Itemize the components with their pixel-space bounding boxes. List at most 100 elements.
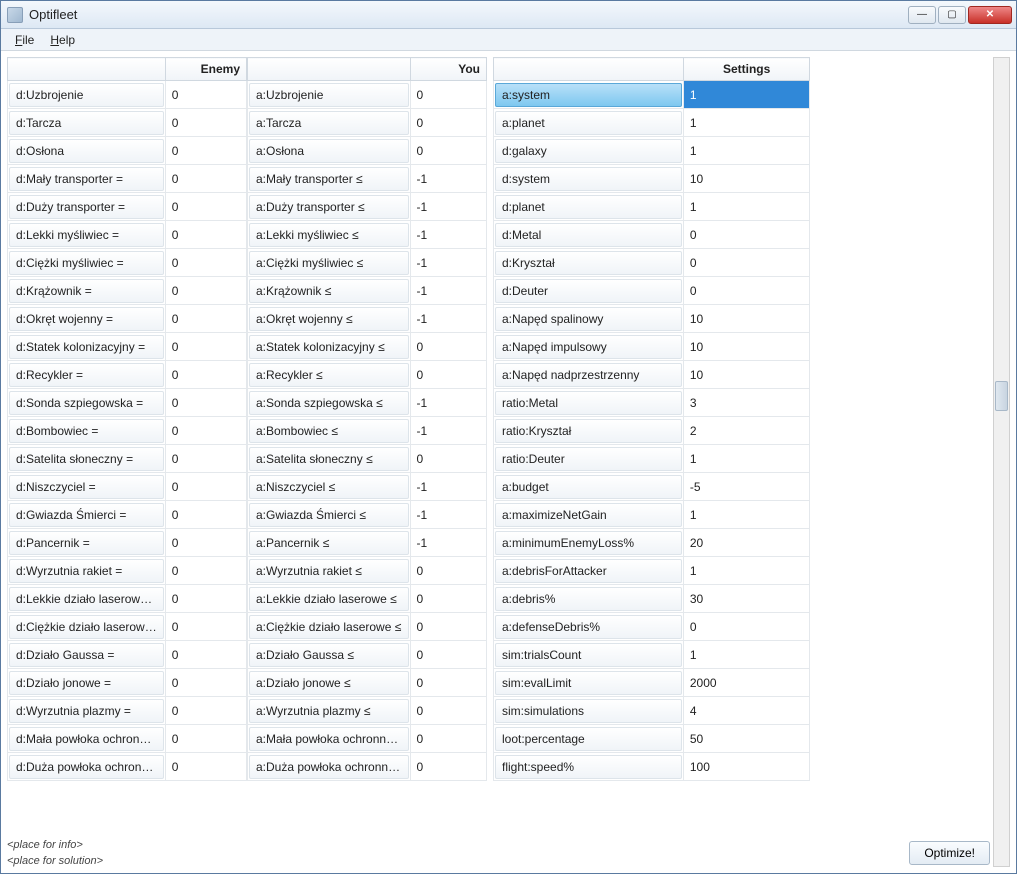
enemy-value[interactable]: 0 bbox=[166, 112, 246, 134]
you-row[interactable]: a:Działo jonowe ≤0 bbox=[248, 669, 487, 697]
enemy-value[interactable]: 0 bbox=[166, 224, 246, 246]
maximize-button[interactable]: ▢ bbox=[938, 6, 966, 24]
you-row[interactable]: a:Bombowiec ≤-1 bbox=[248, 417, 487, 445]
you-value[interactable]: 0 bbox=[411, 700, 486, 722]
you-row[interactable]: a:Gwiazda Śmierci ≤-1 bbox=[248, 501, 487, 529]
settings-value[interactable]: 1 bbox=[684, 504, 810, 526]
settings-row[interactable]: d:Metal0 bbox=[494, 221, 810, 249]
you-row[interactable]: a:Lekki myśliwiec ≤-1 bbox=[248, 221, 487, 249]
you-value[interactable]: -1 bbox=[411, 532, 486, 554]
you-label[interactable]: a:Statek kolonizacyjny ≤ bbox=[249, 335, 409, 359]
settings-label[interactable]: ratio:Metal bbox=[495, 391, 682, 415]
you-value[interactable]: 0 bbox=[411, 112, 486, 134]
enemy-label[interactable]: d:Mała powłoka ochronna = bbox=[9, 727, 164, 751]
enemy-label[interactable]: d:Niszczyciel = bbox=[9, 475, 164, 499]
you-value[interactable]: 0 bbox=[411, 728, 486, 750]
settings-row[interactable]: sim:simulations4 bbox=[494, 697, 810, 725]
settings-row[interactable]: a:planet1 bbox=[494, 109, 810, 137]
you-value[interactable]: -1 bbox=[411, 476, 486, 498]
you-label[interactable]: a:Mała powłoka ochronna ≤ bbox=[249, 727, 409, 751]
enemy-label[interactable]: d:Mały transporter = bbox=[9, 167, 164, 191]
enemy-row[interactable]: d:Wyrzutnia plazmy =0 bbox=[8, 697, 247, 725]
settings-label[interactable]: sim:trialsCount bbox=[495, 643, 682, 667]
enemy-value[interactable]: 0 bbox=[166, 476, 246, 498]
you-label[interactable]: a:Pancernik ≤ bbox=[249, 531, 409, 555]
settings-value[interactable]: 1 bbox=[684, 140, 810, 162]
you-label[interactable]: a:Duża powłoka ochronna ≤ bbox=[249, 755, 409, 779]
enemy-value[interactable]: 0 bbox=[166, 420, 246, 442]
close-button[interactable]: ✕ bbox=[968, 6, 1012, 24]
settings-value[interactable]: 30 bbox=[684, 588, 810, 610]
you-value[interactable]: 0 bbox=[411, 672, 486, 694]
settings-value[interactable]: 10 bbox=[684, 308, 810, 330]
enemy-row[interactable]: d:Niszczyciel =0 bbox=[8, 473, 247, 501]
settings-label[interactable]: ratio:Deuter bbox=[495, 447, 682, 471]
you-value[interactable]: 0 bbox=[411, 364, 486, 386]
you-value[interactable]: -1 bbox=[411, 308, 486, 330]
enemy-row[interactable]: d:Uzbrojenie0 bbox=[8, 81, 247, 109]
enemy-row[interactable]: d:Wyrzutnia rakiet =0 bbox=[8, 557, 247, 585]
settings-row[interactable]: a:Napęd nadprzestrzenny10 bbox=[494, 361, 810, 389]
you-label[interactable]: a:Okręt wojenny ≤ bbox=[249, 307, 409, 331]
settings-label[interactable]: d:planet bbox=[495, 195, 682, 219]
enemy-value[interactable]: 0 bbox=[166, 504, 246, 526]
you-row[interactable]: a:Lekkie działo laserowe ≤0 bbox=[248, 585, 487, 613]
settings-label[interactable]: a:debrisForAttacker bbox=[495, 559, 682, 583]
minimize-button[interactable]: — bbox=[908, 6, 936, 24]
settings-value[interactable]: 0 bbox=[684, 252, 810, 274]
enemy-label[interactable]: d:Wyrzutnia rakiet = bbox=[9, 559, 164, 583]
settings-value[interactable]: 10 bbox=[684, 168, 810, 190]
settings-value[interactable]: 2000 bbox=[684, 672, 810, 694]
settings-label[interactable]: a:minimumEnemyLoss% bbox=[495, 531, 682, 555]
you-row[interactable]: a:Ciężki myśliwiec ≤-1 bbox=[248, 249, 487, 277]
settings-row[interactable]: d:Kryształ0 bbox=[494, 249, 810, 277]
you-row[interactable]: a:Krążownik ≤-1 bbox=[248, 277, 487, 305]
enemy-label[interactable]: d:Duża powłoka ochronna = bbox=[9, 755, 164, 779]
you-label[interactable]: a:Działo Gaussa ≤ bbox=[249, 643, 409, 667]
enemy-row[interactable]: d:Lekki myśliwiec =0 bbox=[8, 221, 247, 249]
you-row[interactable]: a:Mała powłoka ochronna ≤0 bbox=[248, 725, 487, 753]
you-value[interactable]: -1 bbox=[411, 224, 486, 246]
enemy-row[interactable]: d:Ciężki myśliwiec =0 bbox=[8, 249, 247, 277]
you-row[interactable]: a:Ciężkie działo laserowe ≤0 bbox=[248, 613, 487, 641]
you-value[interactable]: 0 bbox=[411, 756, 486, 778]
you-row[interactable]: a:Okręt wojenny ≤-1 bbox=[248, 305, 487, 333]
you-label[interactable]: a:Duży transporter ≤ bbox=[249, 195, 409, 219]
you-value[interactable]: 0 bbox=[411, 644, 486, 666]
enemy-value[interactable]: 0 bbox=[166, 756, 246, 778]
enemy-value[interactable]: 0 bbox=[166, 560, 246, 582]
you-row[interactable]: a:Osłona0 bbox=[248, 137, 487, 165]
enemy-label[interactable]: d:Satelita słoneczny = bbox=[9, 447, 164, 471]
enemy-label[interactable]: d:Pancernik = bbox=[9, 531, 164, 555]
settings-value[interactable]: 10 bbox=[684, 364, 810, 386]
you-label[interactable]: a:Wyrzutnia plazmy ≤ bbox=[249, 699, 409, 723]
enemy-row[interactable]: d:Satelita słoneczny =0 bbox=[8, 445, 247, 473]
you-label[interactable]: a:Uzbrojenie bbox=[249, 83, 409, 107]
settings-label[interactable]: sim:simulations bbox=[495, 699, 682, 723]
you-label[interactable]: a:Satelita słoneczny ≤ bbox=[249, 447, 409, 471]
enemy-row[interactable]: d:Bombowiec =0 bbox=[8, 417, 247, 445]
settings-row[interactable]: d:galaxy1 bbox=[494, 137, 810, 165]
enemy-value[interactable]: 0 bbox=[166, 616, 246, 638]
settings-row[interactable]: d:system10 bbox=[494, 165, 810, 193]
you-label[interactable]: a:Ciężki myśliwiec ≤ bbox=[249, 251, 409, 275]
settings-row[interactable]: flight:speed%100 bbox=[494, 753, 810, 781]
you-label[interactable]: a:Mały transporter ≤ bbox=[249, 167, 409, 191]
settings-value[interactable]: 1 bbox=[684, 448, 810, 470]
settings-label[interactable]: ratio:Kryształ bbox=[495, 419, 682, 443]
you-value[interactable]: 0 bbox=[411, 140, 486, 162]
you-label[interactable]: a:Lekki myśliwiec ≤ bbox=[249, 223, 409, 247]
settings-value[interactable]: 4 bbox=[684, 700, 810, 722]
you-row[interactable]: a:Wyrzutnia plazmy ≤0 bbox=[248, 697, 487, 725]
enemy-row[interactable]: d:Sonda szpiegowska =0 bbox=[8, 389, 247, 417]
enemy-value[interactable]: 0 bbox=[166, 532, 246, 554]
settings-row[interactable]: ratio:Kryształ2 bbox=[494, 417, 810, 445]
enemy-label[interactable]: d:Krążownik = bbox=[9, 279, 164, 303]
you-label[interactable]: a:Sonda szpiegowska ≤ bbox=[249, 391, 409, 415]
settings-label[interactable]: flight:speed% bbox=[495, 755, 682, 779]
settings-value[interactable]: 100 bbox=[684, 756, 810, 778]
settings-value[interactable]: 0 bbox=[684, 616, 810, 638]
enemy-label[interactable]: d:Duży transporter = bbox=[9, 195, 164, 219]
enemy-value[interactable]: 0 bbox=[166, 280, 246, 302]
enemy-label[interactable]: d:Lekki myśliwiec = bbox=[9, 223, 164, 247]
